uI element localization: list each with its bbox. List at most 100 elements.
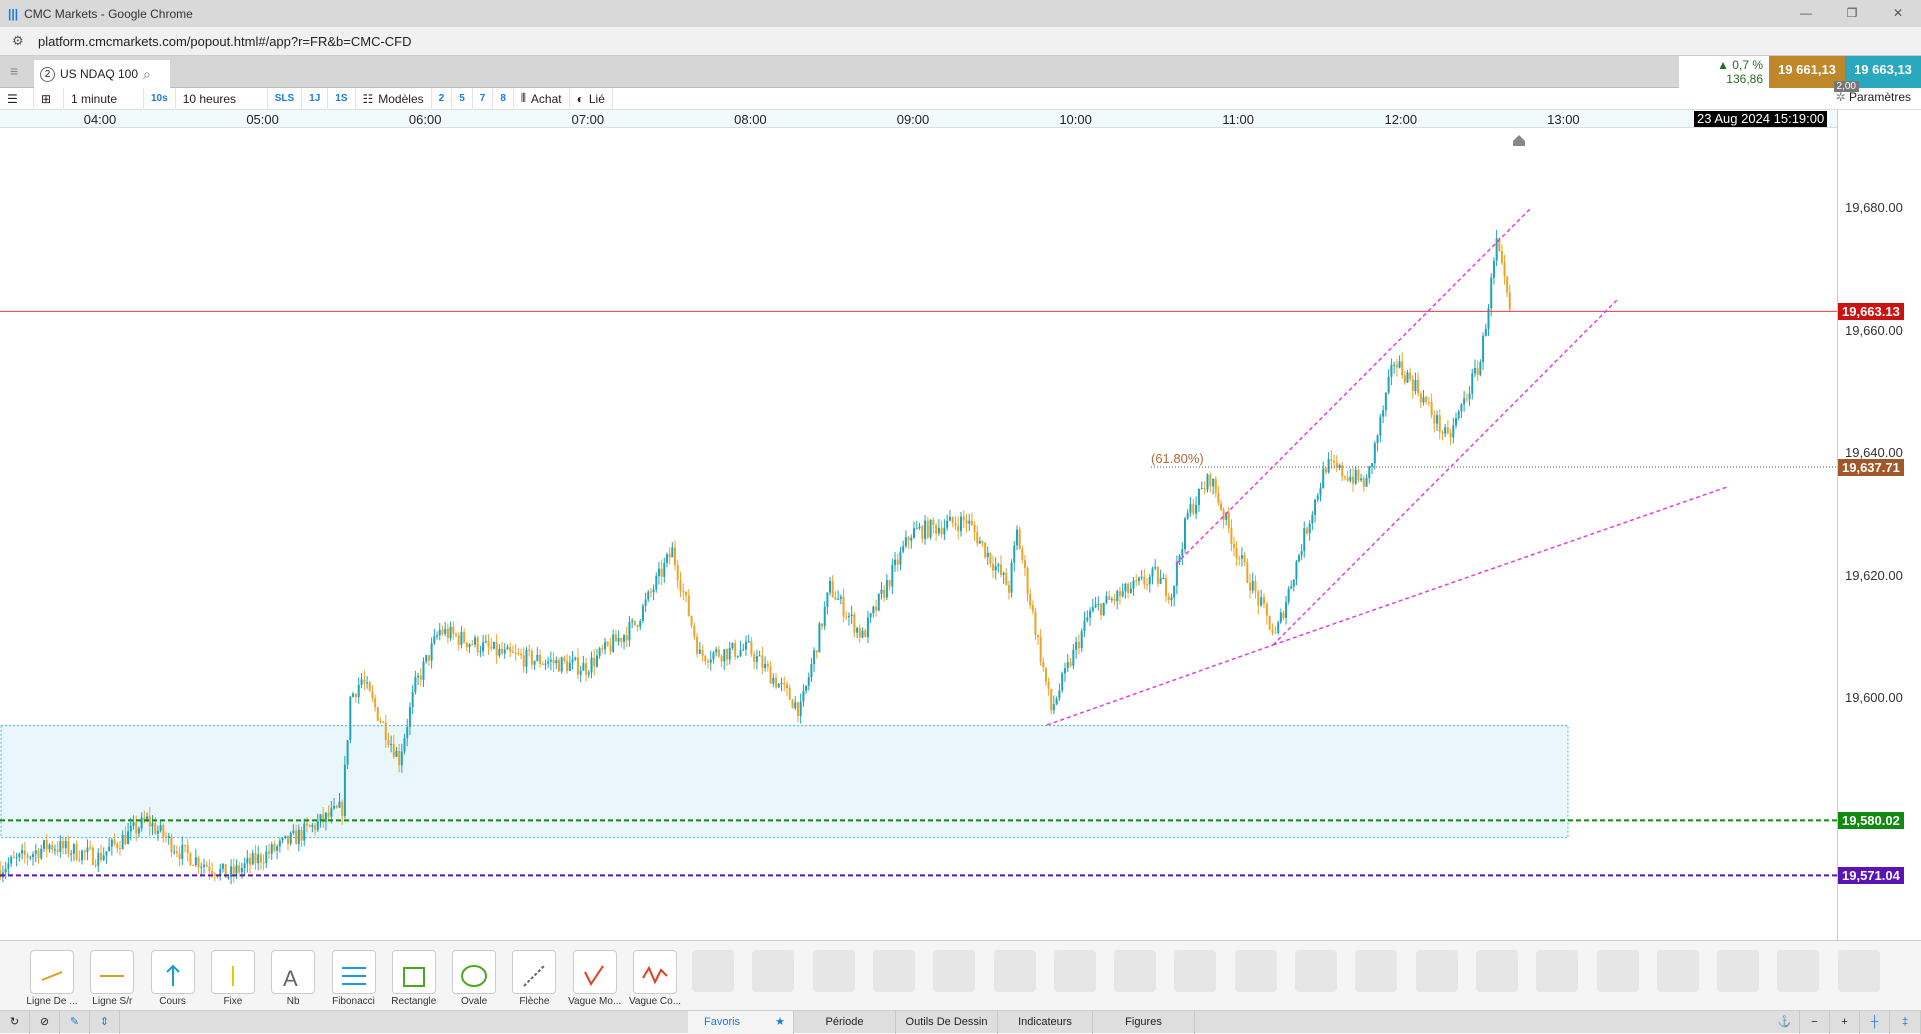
range-1s-button[interactable]: 1S — [328, 87, 356, 110]
drawing-tool-button[interactable] — [90, 950, 135, 994]
tab-indicateurs[interactable]: Indicateurs — [998, 1011, 1093, 1034]
tab-outils-de-dessin[interactable]: Outils De Dessin — [896, 1011, 998, 1034]
clear-button[interactable]: ⊘ — [30, 1011, 60, 1034]
candle — [1197, 488, 1200, 512]
sell-button[interactable]: 19 661,13 2,00 — [1769, 56, 1859, 92]
candle — [1075, 636, 1078, 659]
drawing-tool-button[interactable] — [331, 950, 376, 994]
candle — [1274, 626, 1277, 634]
candle — [265, 845, 268, 868]
drawing-tool-button[interactable] — [391, 950, 436, 994]
drawing-tool-button[interactable]: A — [271, 950, 316, 994]
candle — [1077, 634, 1080, 655]
drawing-tool-label: Vague Co... — [628, 996, 682, 1007]
candle — [495, 634, 498, 664]
menu-icon[interactable]: ≡ — [10, 63, 18, 79]
empty-tool-slot[interactable] — [1415, 950, 1458, 992]
chart-type-button[interactable]: ⫴ Achat — [514, 87, 570, 110]
zoom-out-button[interactable]: − — [1800, 1011, 1830, 1034]
drawing-tool-button[interactable] — [210, 950, 255, 994]
drawing-tool-button[interactable] — [572, 950, 617, 994]
empty-tool-slot[interactable] — [1234, 950, 1277, 992]
time-cursor-marker — [1513, 135, 1525, 146]
range-sls-button[interactable]: SLS — [268, 87, 303, 110]
empty-tool-slot[interactable] — [993, 950, 1036, 992]
price-chart[interactable]: (61.80%) — [0, 128, 1837, 940]
empty-tool-slot[interactable] — [1536, 950, 1579, 992]
empty-tool-slot[interactable] — [1475, 950, 1518, 992]
minimize-button[interactable]: — — [1783, 0, 1829, 27]
link-icon: ◐ — [576, 91, 584, 106]
tab-periode[interactable]: Période — [794, 1011, 896, 1034]
empty-tool-slot[interactable] — [812, 950, 855, 992]
drawing-tool-button[interactable] — [512, 950, 557, 994]
anchor-icon[interactable]: ⚓ — [1770, 1011, 1800, 1034]
interval-select[interactable]: 1 minute — [64, 87, 144, 110]
candle — [349, 695, 352, 744]
empty-tool-slot[interactable] — [692, 950, 734, 992]
sort-button[interactable]: ⇕ — [90, 1011, 120, 1034]
address-bar[interactable]: ⚙ platform.cmcmarkets.com/popout.html#/a… — [0, 27, 1921, 56]
list-view-button[interactable]: ☰ — [0, 87, 34, 110]
candle — [81, 849, 84, 865]
linked-button[interactable]: ◐ Lié — [570, 87, 613, 110]
zoom-in-button[interactable]: + — [1830, 1011, 1860, 1034]
candle — [1290, 580, 1293, 590]
empty-tool-slot[interactable] — [1717, 950, 1760, 992]
instrument-tab[interactable]: 2 US NDAQ 100 ⌕ — [34, 60, 170, 88]
time-label: 12:00 — [1384, 112, 1418, 127]
empty-tool-slot[interactable] — [1596, 950, 1639, 992]
preset-2-button[interactable]: 2 — [432, 87, 453, 110]
candle — [869, 612, 872, 624]
empty-tool-slot[interactable] — [1837, 950, 1880, 992]
empty-tool-slot[interactable] — [1355, 950, 1398, 992]
drawing-tool-button[interactable] — [30, 950, 74, 994]
site-settings-icon[interactable]: ⚙ — [12, 33, 24, 49]
drawing-tool-button[interactable] — [633, 950, 677, 994]
preset-5-button[interactable]: 5 — [452, 87, 473, 110]
fit-vertical-button[interactable]: ‡ — [1890, 1011, 1921, 1034]
settings-button[interactable]: ✲ Paramètres — [1836, 90, 1911, 104]
empty-tool-slot[interactable] — [1295, 950, 1337, 992]
candle — [438, 623, 441, 641]
restore-button[interactable]: ❐ — [1829, 0, 1875, 27]
candle — [1449, 428, 1452, 446]
pencil-button[interactable]: ✎ — [60, 1011, 90, 1034]
candle — [278, 837, 281, 853]
tab-favoris[interactable]: Favoris ★ — [688, 1011, 794, 1034]
empty-tool-slot[interactable] — [1777, 950, 1820, 992]
candle — [1411, 375, 1414, 399]
templates-button[interactable]: ☷ Modèles — [356, 87, 432, 110]
search-icon[interactable]: ⌕ — [143, 66, 151, 83]
empty-tool-slot[interactable] — [1053, 950, 1096, 992]
layout-button[interactable]: ⊞ — [34, 87, 64, 110]
candle — [641, 603, 644, 624]
drawing-tool-button[interactable] — [452, 950, 497, 994]
range-1j-button[interactable]: 1J — [302, 87, 329, 110]
empty-tool-slot[interactable] — [752, 950, 795, 992]
empty-tool-slot[interactable] — [1114, 950, 1157, 992]
interval-10s-button[interactable]: 10s — [144, 87, 176, 110]
refresh-button[interactable]: ↻ — [0, 1011, 30, 1034]
empty-tool-slot[interactable] — [1174, 950, 1217, 992]
candle — [427, 654, 430, 667]
candle — [736, 655, 739, 659]
crosshair-button[interactable]: ┼ — [1860, 1011, 1890, 1034]
empty-tool-slot[interactable] — [1656, 950, 1699, 992]
range-select[interactable]: 10 heures — [176, 87, 268, 110]
close-button[interactable]: ✕ — [1875, 0, 1921, 27]
candle — [826, 592, 829, 615]
candle — [1005, 568, 1008, 586]
candle — [1471, 368, 1474, 400]
candle — [374, 694, 377, 712]
tab-figures[interactable]: Figures — [1093, 1011, 1195, 1034]
candle — [1425, 395, 1428, 405]
rectangle-tool-icon — [402, 967, 425, 987]
drawing-tool-button[interactable] — [150, 950, 195, 994]
preset-8-button[interactable]: 8 — [493, 87, 514, 110]
candle — [382, 720, 385, 724]
empty-tool-slot[interactable] — [872, 950, 915, 992]
candle — [799, 693, 802, 724]
preset-7-button[interactable]: 7 — [473, 87, 494, 110]
empty-tool-slot[interactable] — [933, 950, 976, 992]
